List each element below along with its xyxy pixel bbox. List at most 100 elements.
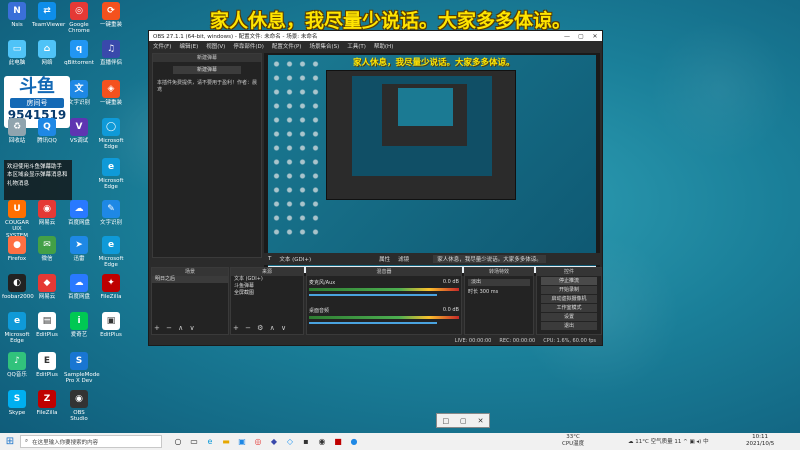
studio-mode-button[interactable]: 工作室模式 [541,304,597,312]
exit-button[interactable]: 退出 [541,322,597,330]
virtual-camera-button[interactable]: 启动虚拟摄像机 [541,295,597,303]
desktop-icon[interactable]: UCOUGAR UIX SYSTEM [2,200,32,239]
desktop-icon[interactable]: ◆ 网易云 [32,274,62,300]
folder-icon[interactable]: ▬ [218,437,234,446]
desktop-icon[interactable]: e Microsoft Edge [96,236,126,269]
desktop-icon[interactable]: q qBittorrent [64,40,94,66]
desktop-icon[interactable]: e Microsoft Edge [2,312,32,345]
maximize-icon[interactable]: ▢ [460,417,467,425]
filters-button[interactable]: 滤镜 [394,255,413,263]
danmaku-dock: 新建弹幕 新建弹幕 本插件免费提供，请不要用于盈利！作者：晨鸢 [152,53,262,258]
icon-label: Microsoft Edge [98,178,124,191]
desktop-icon[interactable]: ◐ foobar2000 [2,274,34,300]
taskbar-clock[interactable]: 10:11 2021/10/5 [746,434,774,448]
desktop-icon[interactable]: ◎ Google Chrome [64,2,94,35]
desktop-icon[interactable]: ♻ 回收站 [2,118,32,144]
store-icon[interactable]: ▣ [234,437,250,446]
tray-icons[interactable]: ^ ▣ ◂) [683,439,701,445]
desktop-icon[interactable]: ◈ 一键重装 [96,80,126,106]
taskview-icon[interactable]: ▭ [186,437,202,446]
desktop-icon[interactable]: ● Firefox [2,236,32,262]
scene-item[interactable]: 明日之后 [152,276,228,283]
menu-docks[interactable]: 停靠部件(D) [229,42,268,50]
preview-canvas[interactable]: 家人休息，我尽量少说话。大家多多体谅。 [264,53,600,276]
desktop-icon[interactable]: ▣ EditPlus [96,312,126,338]
cpu-temp-value: 33°C [566,434,580,440]
source-item[interactable]: 文本 (GDI+) [231,276,303,283]
source-controls[interactable]: + − ⚙ ∧ ∨ [233,324,288,332]
app-icon[interactable]: ◇ [282,437,298,446]
volume-slider[interactable] [309,294,437,296]
terminal-icon[interactable]: ▪ [298,437,314,446]
desktop-icon[interactable]: ☁ 百度网盘 [64,274,94,300]
desktop-icon[interactable]: i 爱奇艺 [64,312,94,338]
system-tray[interactable]: ☁ 11°C 空气质量 11 ^ ▣ ◂) 中 [628,437,709,445]
reinstall-icon: ⟳ [102,2,120,20]
desktop-icon[interactable]: S SampleMode Pro X Dev [64,352,100,385]
text-field[interactable]: 家人休息，我尽量少说话。大家多多体谅。 [433,255,546,263]
icon-label: 百度网盘 [67,294,90,300]
desktop-icon[interactable]: ✎ 文字识别 [96,200,126,226]
menu-scene-collection[interactable]: 场景集合(S) [305,42,343,50]
desktop-icon[interactable]: ✦ FileZilla [96,274,126,300]
start-recording-button[interactable]: 开始录制 [541,286,597,294]
desktop-icon[interactable]: ➤ 迅雷 [64,236,94,262]
task-view-icon[interactable]: ○ [170,437,186,446]
settings-button[interactable]: 设置 [541,313,597,321]
desktop-icon[interactable]: ☁ 百度网盘 [64,200,94,226]
scene-controls[interactable]: + − ∧ ∨ [154,324,197,332]
close-icon[interactable]: ✕ [588,33,602,40]
close-icon[interactable]: ✕ [478,417,484,425]
transition-select[interactable]: 淡出 [468,279,530,286]
minimize-icon[interactable]: — [560,33,574,40]
edge-icon[interactable]: e [202,437,218,446]
desktop-icon[interactable]: Q 腾讯QQ [32,118,62,144]
desktop-icon[interactable]: ◯ Microsoft Edge [96,118,126,151]
desktop-icon[interactable]: Z FileZilla [32,390,62,416]
duration-input[interactable]: 300 ms [480,289,499,295]
desktop-icon[interactable]: 文文字识别 [64,80,94,106]
properties-button[interactable]: 属性 [375,255,394,263]
new-danmaku-button[interactable]: 新建弹幕 [173,66,241,74]
desktop-icon[interactable]: ◉ OBS Studio [64,390,94,423]
obs-icon[interactable]: ◉ [314,437,330,446]
desktop-icon[interactable]: S Skype [2,390,32,416]
desktop-icon[interactable]: N Nsis [2,2,32,28]
desktop-icon[interactable]: ▭ 此电脑 [2,40,32,66]
menu-edit[interactable]: 编辑(E) [175,42,202,50]
desktop-icon[interactable]: ◉ 网易云 [32,200,62,226]
menu-file[interactable]: 文件(F) [149,42,175,50]
source-item[interactable]: 斗鱼弹幕 [231,283,303,290]
menu-help[interactable]: 帮助(H) [370,42,397,50]
search-input[interactable]: ⌕ 在这里输入你要搜索的内容 [20,435,162,448]
menu-profile[interactable]: 配置文件(P) [268,42,306,50]
desktop-icon[interactable]: ✉ 微信 [32,236,62,262]
input-language[interactable]: 中 [703,439,709,445]
qqmusic-icon: ♪ [8,352,26,370]
desktop-icon[interactable]: ⌂ 网络 [32,40,62,66]
clock-time: 10:11 [752,434,769,440]
volume-slider[interactable] [309,322,437,324]
maximize-icon[interactable]: ▢ [574,33,588,40]
source-item[interactable]: 全屏截图 [231,290,303,297]
desktop-icon[interactable]: ♪ QQ音乐 [2,352,32,378]
app-icon[interactable]: ■ [330,437,346,446]
restore-icon[interactable]: □ [442,417,449,425]
app-icon[interactable]: ◆ [266,437,282,446]
menu-tools[interactable]: 工具(T) [343,42,370,50]
app-icon[interactable]: ● [346,437,362,446]
desktop-icon[interactable]: e Microsoft Edge [96,158,126,191]
preview-banner-text: 家人休息，我尽量少说话。大家多多体谅。 [353,58,515,68]
desktop-icon[interactable]: E EditPlus [32,352,62,378]
chrome-icon[interactable]: ◎ [250,437,266,446]
desktop-icon[interactable]: ♫ 直播伴侣 [96,40,126,66]
desktop-icon[interactable]: ⟳ 一键重装 [96,2,126,28]
controls-title: 控件 [537,268,601,276]
start-icon[interactable]: ⊞ [0,433,20,450]
desktop-icon[interactable]: ⇄ TeamViewer [32,2,65,28]
desktop-icon[interactable]: ▤ EditPlus [32,312,62,338]
stop-streaming-button[interactable]: 停止推流 [541,277,597,285]
menu-view[interactable]: 视图(V) [202,42,229,50]
desktop-icon[interactable]: V VS调试 [64,118,94,144]
source-toolbar: T 文本 (GDI+) 属性 滤镜 家人休息，我尽量少说话。大家多多体谅。 [264,253,600,265]
